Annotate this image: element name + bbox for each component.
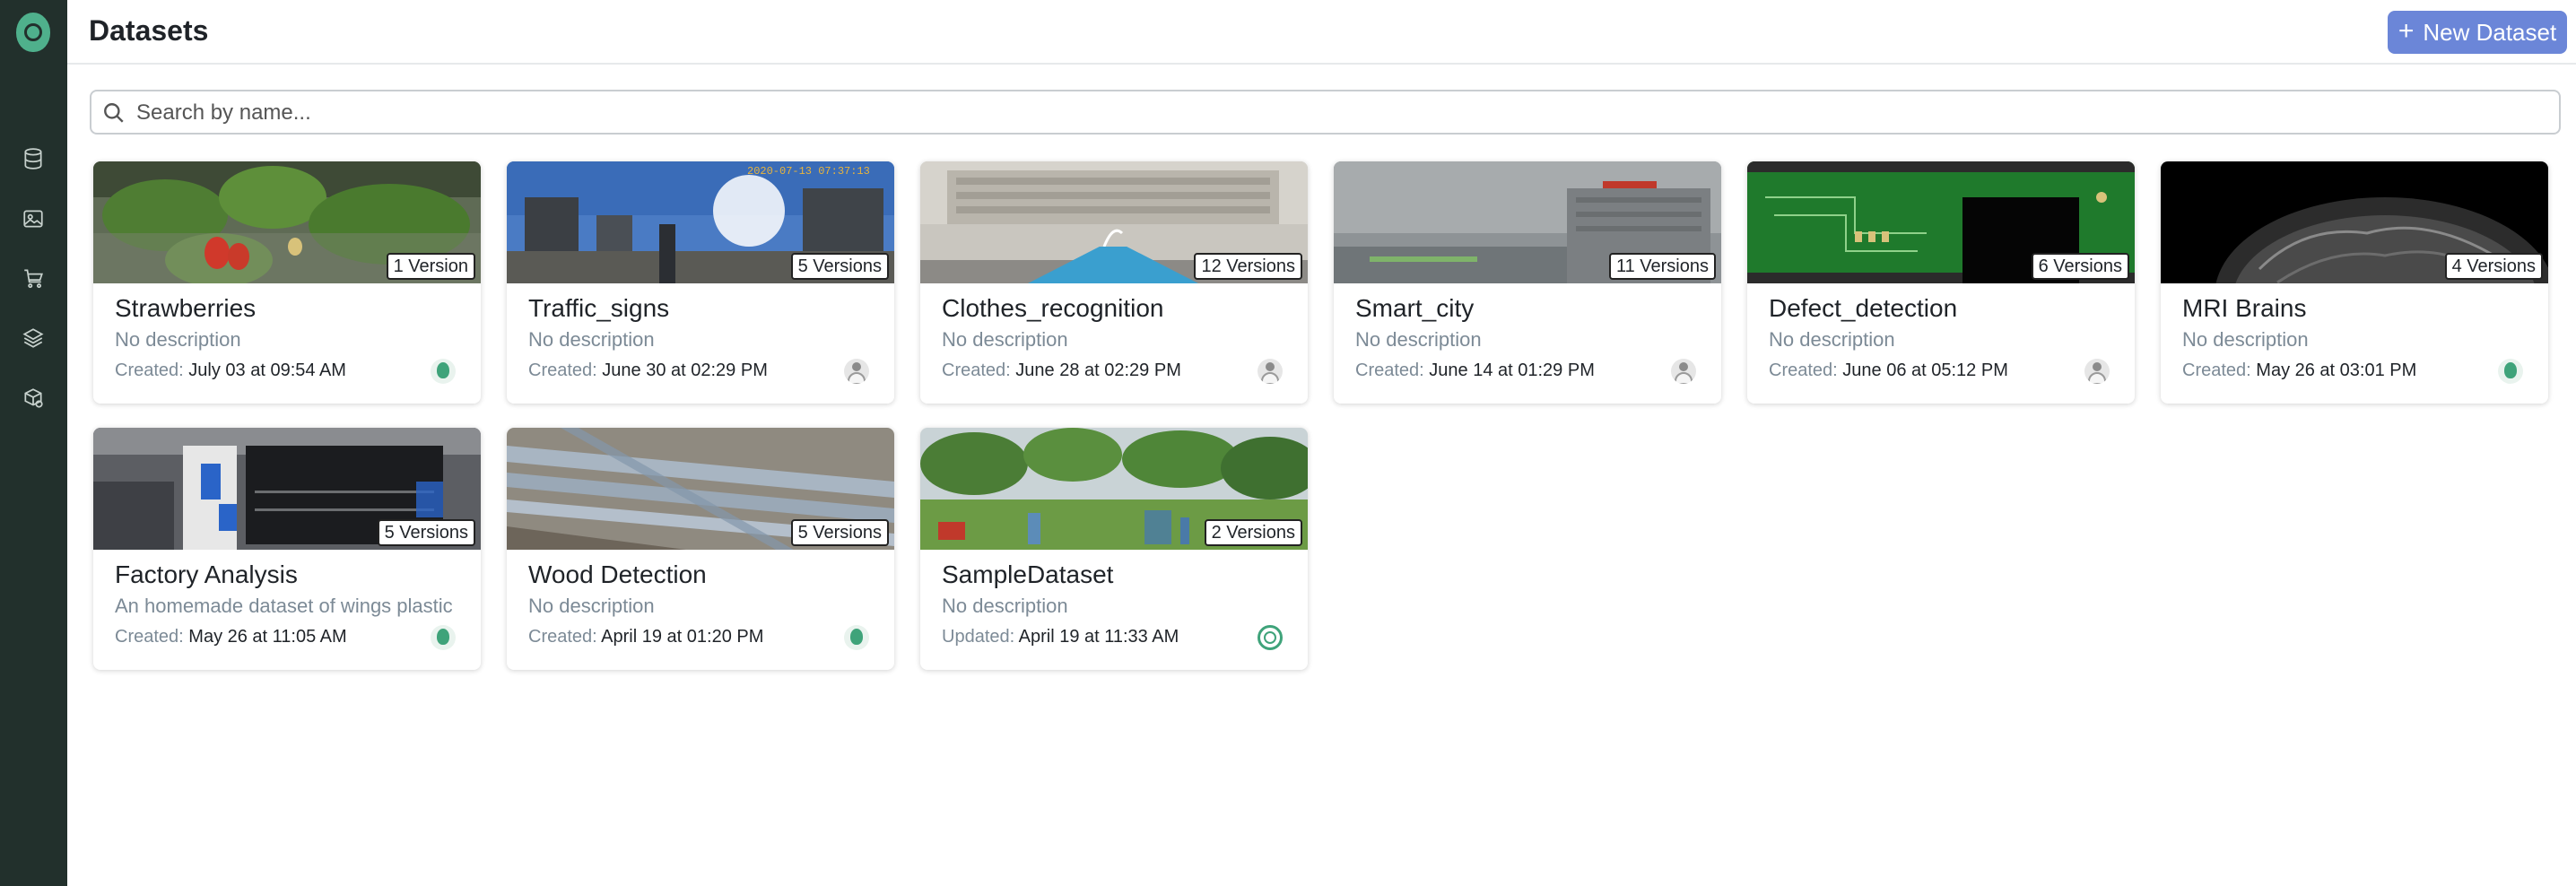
- version-badge: 5 Versions: [790, 253, 889, 280]
- dataset-card[interactable]: 2020-07-13 07:37:13 5 Versions Traffic_s…: [507, 161, 894, 404]
- dataset-name: Strawberries: [115, 294, 257, 322]
- dataset-date: Created: June 06 at 05:12 PM: [1769, 360, 2008, 380]
- dataset-name: Clothes_recognition: [942, 294, 1164, 322]
- dataset-description: No description: [1769, 328, 1895, 351]
- dataset-name: Wood Detection: [528, 560, 707, 588]
- dataset-name: Smart_city: [1355, 294, 1475, 322]
- owner-avatar: [431, 625, 456, 650]
- version-badge: 5 Versions: [377, 519, 475, 546]
- search-icon: [104, 103, 124, 123]
- owner-avatar: [2498, 359, 2523, 384]
- page-header: Datasets + New Dataset: [67, 0, 2576, 65]
- store-icon[interactable]: [20, 265, 47, 291]
- dataset-card[interactable]: 2 Versions SampleDataset No description …: [920, 428, 1308, 670]
- dataset-date: Created: May 26 at 03:01 PM: [2182, 360, 2417, 380]
- new-dataset-label: New Dataset: [2423, 18, 2557, 46]
- dataset-card[interactable]: 4 Versions MRI Brains No description Cre…: [2161, 161, 2548, 404]
- version-badge: 5 Versions: [790, 519, 889, 546]
- dataset-card[interactable]: 12 Versions Clothes_recognition No descr…: [920, 161, 1308, 404]
- owner-avatar: [2084, 359, 2110, 384]
- owner-avatar: [1671, 359, 1696, 384]
- dataset-card[interactable]: 11 Versions Smart_city No description Cr…: [1334, 161, 1721, 404]
- dataset-card[interactable]: 5 Versions Wood Detection No description…: [507, 428, 894, 670]
- dataset-description: An homemade dataset of wings plastic: [115, 595, 453, 617]
- dataset-description: No description: [115, 328, 241, 351]
- plus-icon: +: [2398, 15, 2415, 46]
- new-dataset-button[interactable]: + New Dataset: [2388, 11, 2567, 54]
- dataset-name: MRI Brains: [2182, 294, 2307, 322]
- version-badge: 4 Versions: [2444, 253, 2543, 280]
- version-badge: 6 Versions: [2031, 253, 2129, 280]
- dataset-date: Created: May 26 at 11:05 AM: [115, 627, 347, 647]
- dataset-description: No description: [942, 328, 1068, 351]
- dataset-description: No description: [528, 328, 655, 351]
- dataset-date: Created: July 03 at 09:54 AM: [115, 360, 346, 380]
- dataset-description: No description: [2182, 328, 2309, 351]
- dataset-date: Created: April 19 at 01:20 PM: [528, 627, 764, 647]
- dataset-name: SampleDataset: [942, 560, 1114, 588]
- image-icon[interactable]: [20, 205, 47, 232]
- dataset-card[interactable]: 6 Versions Defect_detection No descripti…: [1747, 161, 2135, 404]
- dataset-description: No description: [1355, 328, 1482, 351]
- page-title: Datasets: [89, 14, 209, 47]
- dataset-description: No description: [528, 595, 655, 617]
- dataset-name: Defect_detection: [1769, 294, 1958, 322]
- dataset-card[interactable]: 1 Version Strawberries No description Cr…: [93, 161, 481, 404]
- owner-avatar: [431, 359, 456, 384]
- version-badge: 11 Versions: [1608, 253, 1716, 280]
- dataset-card[interactable]: 5 Versions Factory Analysis An homemade …: [93, 428, 481, 670]
- thumbnail-timestamp: 2020-07-13 07:37:13: [747, 165, 870, 178]
- dataset-date: Created: June 14 at 01:29 PM: [1355, 360, 1595, 380]
- dataset-date: Created: June 28 at 02:29 PM: [942, 360, 1181, 380]
- app-logo[interactable]: [16, 13, 50, 52]
- owner-avatar: [1258, 625, 1283, 650]
- search-bar[interactable]: [90, 90, 2561, 135]
- dataset-date: Created: June 30 at 02:29 PM: [528, 360, 768, 380]
- owner-avatar: [1258, 359, 1283, 384]
- version-badge: 1 Version: [386, 253, 475, 280]
- model-settings-icon[interactable]: [20, 385, 47, 412]
- dataset-date: Updated: April 19 at 11:33 AM: [942, 627, 1179, 647]
- dataset-name: Factory Analysis: [115, 560, 298, 588]
- dataset-name: Traffic_signs: [528, 294, 670, 322]
- version-badge: 12 Versions: [1194, 253, 1302, 280]
- database-icon[interactable]: [20, 145, 47, 172]
- version-badge: 2 Versions: [1204, 519, 1302, 546]
- dataset-description: No description: [942, 595, 1068, 617]
- layers-icon[interactable]: [20, 325, 47, 352]
- owner-avatar: [844, 625, 869, 650]
- sidebar: [0, 0, 67, 886]
- owner-avatar: [844, 359, 869, 384]
- search-input[interactable]: [135, 96, 2542, 130]
